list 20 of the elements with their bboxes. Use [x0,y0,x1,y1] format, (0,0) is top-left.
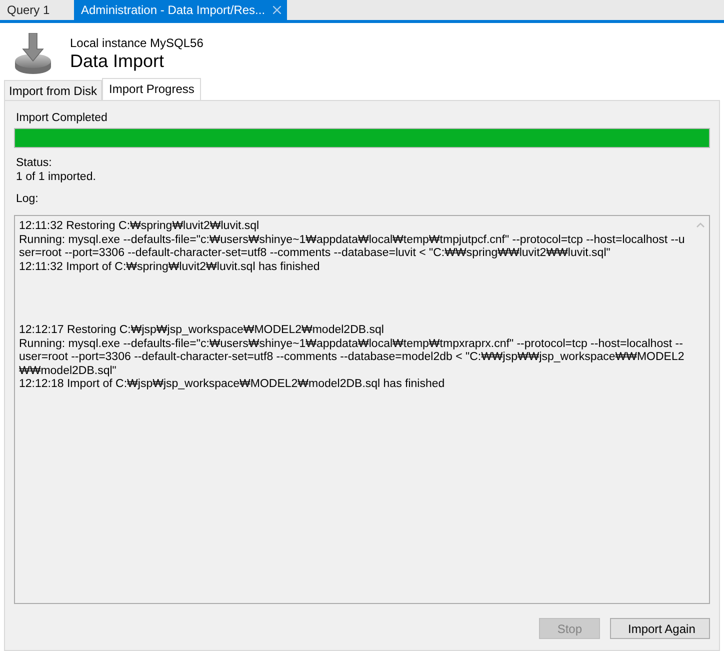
disk-import-icon [14,33,52,75]
page-title: Data Import [70,51,166,72]
status-text: 1 of 1 imported. [15,170,97,184]
log-label: Log: [15,192,40,206]
scroll-up-icon[interactable] [696,222,705,228]
log-line: 12:12:17 Restoring C:₩jsp₩jsp_workspace₩MODEL2₩model2DB.sql [19,324,385,338]
action-button[interactable]: Import Again [610,618,710,639]
log-line: 12:12:18 Import of C:₩jsp₩jsp_workspace₩MODEL2₩model2DB.sql has finished [19,378,446,392]
log-line: 12:11:32 Import of C:₩spring₩luvit2₩luvit.sql has finished [19,260,321,274]
log-line: Running: mysql.exe --defaults-file="c:₩users₩shinye~1₩appdata₩local₩temp₩tmpxraprx.cnf" --protocol=tcp --host=localhost --user=root --port=3306 --default-character-set=utf8 --comments --database=model2db < "C:₩₩jsp₩₩jsp_workspace₩₩MODEL2₩₩model2DB.sql" [19,338,686,378]
close-icon[interactable] [273,6,282,14]
tab[interactable]: Import Progress [102,78,202,100]
log-line: Running: mysql.exe --defaults-file="c:₩users₩shinye~1₩appdata₩local₩temp₩tmpjutpcf.cnf" --protocol=tcp --host=localhost --user=root --port=3306 --default-character-set=utf8 --comments --database=luvit < "C:₩₩spring₩₩luvit2₩₩luvit.sql" [19,234,686,260]
connection-name: Local instance MySQL56 [70,36,204,50]
document-tab[interactable]: Query 1 [0,0,74,20]
log-line: 12:11:32 Restoring C:₩spring₩luvit2₩luvit.sql [19,220,260,234]
progress-label: Import Completed [15,111,108,125]
tab[interactable]: Import from Disk [4,80,102,100]
document-tab[interactable]: Administration - Data Import/Res... [74,0,288,20]
status-label: Status: [15,156,53,170]
